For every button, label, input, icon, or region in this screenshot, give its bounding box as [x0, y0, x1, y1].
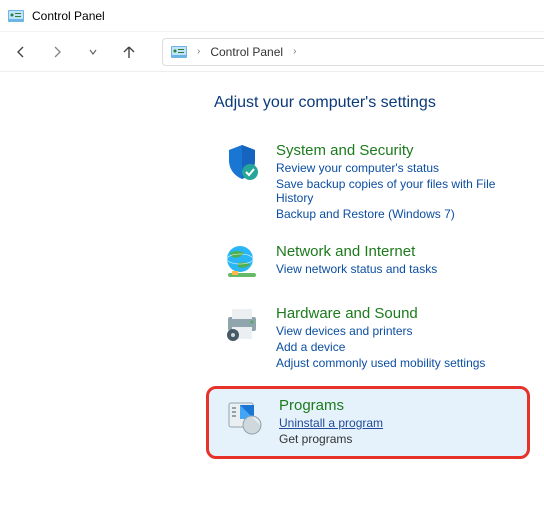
back-button[interactable] — [12, 43, 30, 61]
link-devices-printers[interactable]: View devices and printers — [276, 324, 485, 338]
category-title[interactable]: Network and Internet — [276, 243, 437, 260]
category-body: Hardware and Sound View devices and prin… — [276, 305, 485, 370]
window-title: Control Panel — [32, 9, 105, 23]
category-title[interactable]: Programs — [279, 397, 383, 414]
page-title: Adjust your computer's settings — [214, 94, 544, 112]
up-button[interactable] — [120, 43, 138, 61]
shield-icon — [222, 142, 262, 182]
link-network-status[interactable]: View network status and tasks — [276, 262, 437, 276]
category-network-internet: Network and Internet View network status… — [214, 237, 524, 293]
link-review-status[interactable]: Review your computer's status — [276, 161, 516, 175]
chevron-right-icon: › — [197, 46, 200, 57]
globe-icon — [222, 243, 262, 283]
control-panel-icon — [8, 8, 24, 24]
category-system-security: System and Security Review your computer… — [214, 136, 524, 231]
category-programs: Programs Uninstall a program Get program… — [206, 386, 530, 459]
chevron-right-icon: › — [293, 46, 296, 57]
category-title[interactable]: System and Security — [276, 142, 516, 159]
link-add-device[interactable]: Add a device — [276, 340, 485, 354]
link-uninstall-program[interactable]: Uninstall a program — [279, 416, 383, 430]
forward-button[interactable] — [48, 43, 66, 61]
category-body: System and Security Review your computer… — [276, 142, 516, 221]
breadcrumb-control-panel[interactable]: Control Panel — [210, 45, 283, 59]
titlebar: Control Panel — [0, 0, 544, 32]
link-backup-restore[interactable]: Backup and Restore (Windows 7) — [276, 207, 516, 221]
content-area: Adjust your computer's settings System a… — [0, 72, 544, 459]
category-title[interactable]: Hardware and Sound — [276, 305, 485, 322]
category-body: Network and Internet View network status… — [276, 243, 437, 276]
programs-icon — [225, 397, 265, 437]
nav-row: › Control Panel › — [0, 32, 544, 72]
link-file-history[interactable]: Save backup copies of your files with Fi… — [276, 177, 516, 205]
address-bar[interactable]: › Control Panel › — [162, 38, 544, 66]
link-mobility[interactable]: Adjust commonly used mobility settings — [276, 356, 485, 370]
link-get-programs[interactable]: Get programs — [279, 432, 383, 446]
category-hardware-sound: Hardware and Sound View devices and prin… — [214, 299, 524, 380]
control-panel-icon — [171, 44, 187, 60]
window: Control Panel › Control Panel › Adjust y… — [0, 0, 544, 508]
printer-icon — [222, 305, 262, 345]
category-body: Programs Uninstall a program Get program… — [279, 397, 383, 446]
recent-dropdown[interactable] — [84, 43, 102, 61]
